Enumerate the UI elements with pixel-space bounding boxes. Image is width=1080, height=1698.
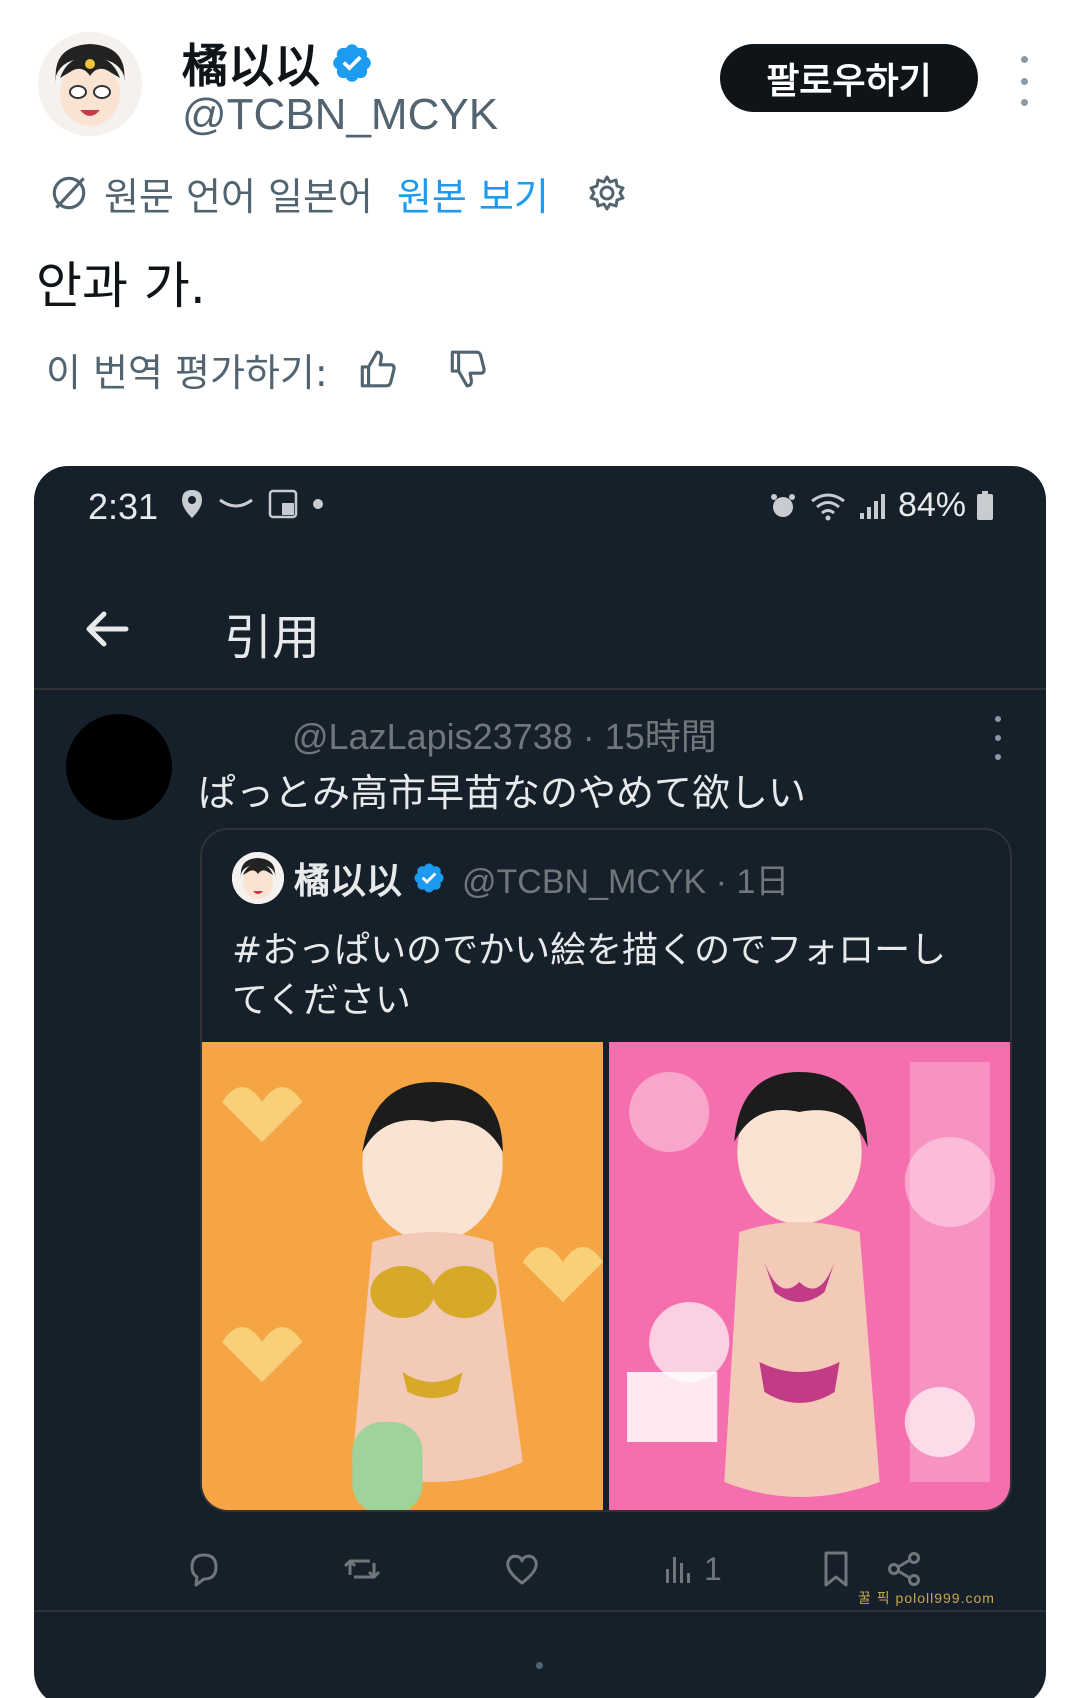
- views-count: 1: [704, 1550, 722, 1587]
- amazon-icon: [219, 498, 253, 508]
- status-time: 2:31: [88, 486, 159, 527]
- more-options-icon[interactable]: [1010, 56, 1038, 106]
- embedded-author-avatar: [232, 852, 284, 904]
- loading-dot: [536, 1662, 543, 1669]
- thumbs-up-icon[interactable]: [356, 348, 398, 390]
- gear-icon[interactable]: [587, 173, 627, 213]
- author-handle[interactable]: @TCBN_MCYK: [182, 90, 498, 140]
- status-right: 84%: [768, 486, 994, 525]
- back-arrow-icon[interactable]: [82, 604, 132, 654]
- wifi-icon: [811, 493, 845, 520]
- status-left-icons: [180, 488, 324, 520]
- media-image-orange[interactable]: [202, 1042, 603, 1510]
- verified-badge-icon: [414, 863, 444, 893]
- share-button[interactable]: [884, 1546, 924, 1592]
- quote-author-meta[interactable]: @LazLapis23738 · 15時間: [292, 708, 717, 760]
- location-icon: [182, 490, 202, 518]
- translation-source-label: 원문 언어 일본어: [104, 174, 373, 219]
- notification-dot-icon: [313, 499, 323, 509]
- watermark: 꿀 픽 pololl999.com: [858, 1590, 995, 1606]
- alarm-icon: [770, 493, 795, 517]
- quote-more-icon[interactable]: [988, 716, 1008, 760]
- rate-translation-row: 이 번역 평가하기:: [46, 344, 488, 395]
- quotes-header: 引用: [34, 574, 1046, 690]
- status-bar: 2:31 84%: [34, 466, 1046, 550]
- embedded-tweet-text: #おっぱいのでかい絵を描くのでフォローしてください: [232, 930, 947, 1021]
- media-image-pink[interactable]: [609, 1042, 1010, 1510]
- share-icon: [888, 1552, 920, 1586]
- reply-button[interactable]: [184, 1546, 224, 1592]
- battery-icon: [977, 490, 993, 520]
- translated-tweet-text: 안과 가.: [36, 257, 206, 315]
- quote-author-avatar[interactable]: [66, 714, 172, 820]
- embedded-author-meta: @TCBN_MCYK · 1日: [462, 862, 790, 901]
- thumbs-down-icon[interactable]: [446, 348, 488, 390]
- translate-icon: [52, 176, 86, 210]
- views-button[interactable]: 1: [658, 1546, 722, 1592]
- embedded-tweet-header: 橘以以 @TCBN_MCYK · 1日: [232, 852, 789, 904]
- retweet-icon: [343, 1559, 381, 1579]
- embedded-tweet-card[interactable]: 橘以以 @TCBN_MCYK · 1日 #おっぱいのでかい絵を描くのでフォローし…: [200, 828, 1012, 1512]
- retweet-button[interactable]: [342, 1546, 382, 1592]
- bookmark-icon: [824, 1551, 848, 1587]
- battery-percent: 84%: [897, 486, 966, 524]
- like-button[interactable]: [502, 1546, 542, 1592]
- reply-icon: [190, 1553, 218, 1587]
- embedded-author-name: 橘以以: [294, 861, 403, 902]
- quote-tweet-text: ぱっとみ高市早苗なのやめて欲しい: [198, 771, 807, 815]
- divider: [34, 1610, 1046, 1612]
- translation-info: 원문 언어 일본어 원본 보기: [48, 166, 627, 221]
- my-au-icon: [268, 489, 298, 519]
- show-original-link[interactable]: 원본 보기: [397, 166, 549, 221]
- rate-translation-label: 이 번역 평가하기:: [46, 350, 328, 395]
- author-avatar[interactable]: [38, 32, 142, 136]
- views-icon: [666, 1557, 690, 1583]
- bookmark-button[interactable]: [816, 1546, 856, 1592]
- author-name[interactable]: 橘以以: [182, 30, 374, 96]
- verified-badge-icon: [333, 44, 371, 82]
- embedded-media: [202, 1042, 1010, 1510]
- page-title: 引用: [224, 610, 321, 666]
- follow-button[interactable]: 팔로우하기: [720, 44, 978, 112]
- embedded-screenshot: 2:31 84% 引用 @LazLapis23738 · 15時間 ぱっとみ高市…: [34, 466, 1046, 1698]
- signal-icon: [859, 493, 885, 519]
- author-name-text[interactable]: 橘以以: [182, 30, 320, 96]
- heart-icon: [506, 1554, 538, 1585]
